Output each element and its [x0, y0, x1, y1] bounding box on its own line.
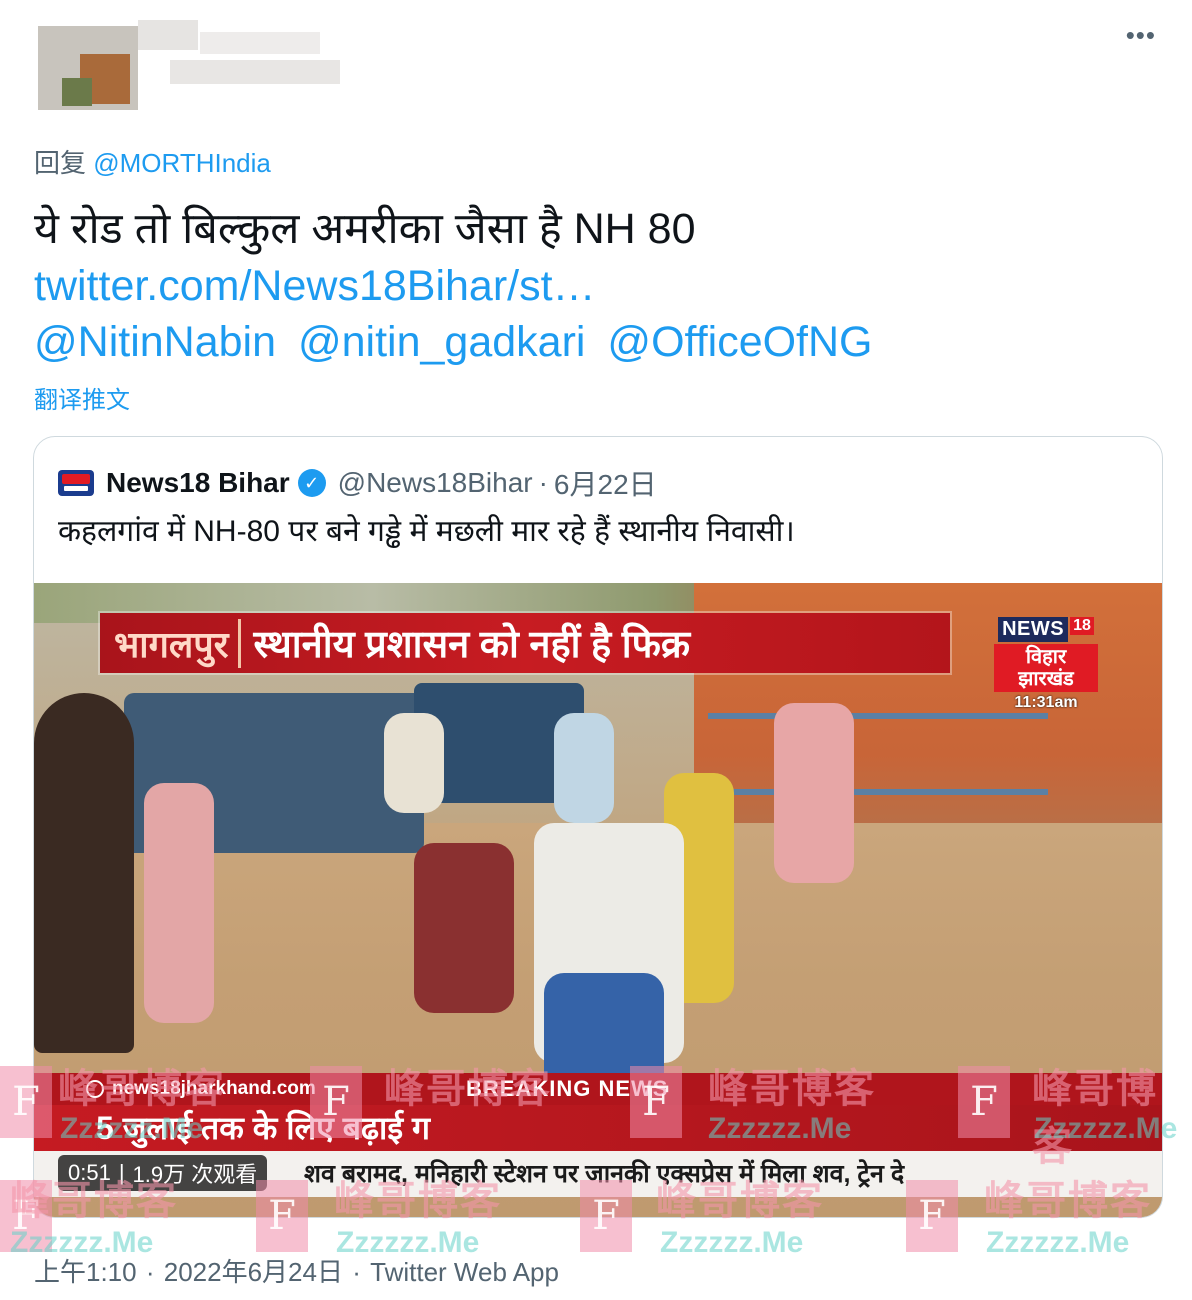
- tweet-text: ये रोड तो बिल्कुल अमरीका जैसा है NH 80: [34, 205, 696, 253]
- globe-icon: [86, 1080, 104, 1098]
- channel-number-label: 18: [1070, 617, 1094, 635]
- ticker-main-text: 5 जुलाई तक के लिए बढ़ाई ग: [34, 1105, 1162, 1151]
- video-meta-badge: 0:51 | 1.9万 次观看: [58, 1155, 268, 1191]
- news18-avatar[interactable]: [58, 470, 94, 496]
- reply-context: 回复 @MORTHIndia: [34, 143, 271, 180]
- watermark-en: Zzzzzz.Me: [986, 1226, 1130, 1259]
- tweet-page: ••• 回复 @MORTHIndia ये रोड तो बिल्कुल अमर…: [0, 0, 1192, 1300]
- video-duration: 0:51: [68, 1160, 111, 1185]
- tweet-mentions: @NitinNabin @nitin_gadkari @OfficeOfNG: [34, 318, 883, 367]
- headline-location: भागलपुर: [100, 618, 242, 668]
- quoted-author-name[interactable]: News18 Bihar: [106, 467, 290, 499]
- tweet-time[interactable]: 上午1:10: [34, 1257, 137, 1287]
- tweet-footer: 上午1:10 · 2022年6月24日 · Twitter Web App: [34, 1252, 561, 1289]
- video-view-count: 1.9万 次观看: [132, 1162, 258, 1187]
- quoted-tweet-card[interactable]: News18 Bihar ✓ @News18Bihar · 6月22日 कहलग…: [33, 436, 1163, 1218]
- video-person: [144, 783, 214, 1023]
- quoted-tweet-text: कहलगांव में NH-80 पर बने गड्ढे में मछली …: [58, 515, 795, 548]
- channel-region: विहार झारखंड: [994, 644, 1098, 692]
- tweet-source: Twitter Web App: [370, 1257, 559, 1287]
- news-headline-bar: भागलपुर स्थानीय प्रशासन को नहीं है फिक्र: [100, 613, 950, 673]
- mention-nitinnabin[interactable]: @NitinNabin: [34, 318, 276, 366]
- channel-news-label: NEWS: [998, 617, 1069, 642]
- reply-prefix: 回复: [34, 148, 87, 178]
- mention-officeofng[interactable]: @OfficeOfNG: [607, 318, 872, 366]
- tweet-link[interactable]: twitter.com/News18Bihar/st…: [34, 262, 596, 311]
- breaking-news-strip: news18jharkhand.com BREAKING NEWS: [34, 1073, 1162, 1105]
- video-person: [554, 713, 614, 823]
- ticker-site-label: news18jharkhand.com: [112, 1078, 316, 1099]
- separator-dot: ·: [352, 1257, 361, 1287]
- news18-channel-logo: NEWS 18 विहार झारखंड 11:31am: [986, 617, 1106, 712]
- watermark-en: Zzzzzz.Me: [660, 1226, 804, 1259]
- mention-nitin-gadkari[interactable]: @nitin_gadkari: [298, 318, 585, 366]
- reply-mention-link[interactable]: @MORTHIndia: [93, 148, 271, 178]
- channel-region-line-2: झारखंड: [1018, 668, 1074, 690]
- video-player[interactable]: भागलपुर स्थानीय प्रशासन को नहीं है फिक्र…: [34, 583, 1162, 1217]
- breaking-news-label: BREAKING NEWS: [466, 1076, 669, 1101]
- translate-tweet-link[interactable]: 翻译推文: [34, 380, 130, 415]
- blurred-user-avatar[interactable]: [20, 14, 340, 110]
- channel-region-line-1: विहार: [1025, 646, 1067, 668]
- video-person: [34, 693, 134, 1053]
- more-options-icon[interactable]: •••: [1126, 20, 1156, 51]
- separator-dot: ·: [145, 1257, 155, 1287]
- video-person: [774, 703, 854, 883]
- verified-badge-icon: ✓: [297, 469, 326, 497]
- separator-dot: ·: [538, 467, 548, 498]
- channel-time: 11:31am: [1014, 694, 1078, 711]
- headline-text: स्थानीय प्रशासन को नहीं है फिक्र: [253, 624, 691, 666]
- quoted-tweet-date[interactable]: 6月22日: [554, 463, 657, 503]
- video-person: [384, 713, 444, 813]
- quoted-tweet-header: News18 Bihar ✓ @News18Bihar · 6月22日: [58, 463, 657, 503]
- ticker-site: news18jharkhand.com: [34, 1078, 466, 1100]
- video-person: [414, 843, 514, 1013]
- ticker-scroll-text: शव बरामद, मनिहारी स्टेशन पर जानकी एक्सप्…: [304, 1160, 905, 1188]
- quoted-author-handle[interactable]: @News18Bihar: [338, 467, 533, 499]
- tweet-date[interactable]: 2022年6月24日: [164, 1257, 343, 1287]
